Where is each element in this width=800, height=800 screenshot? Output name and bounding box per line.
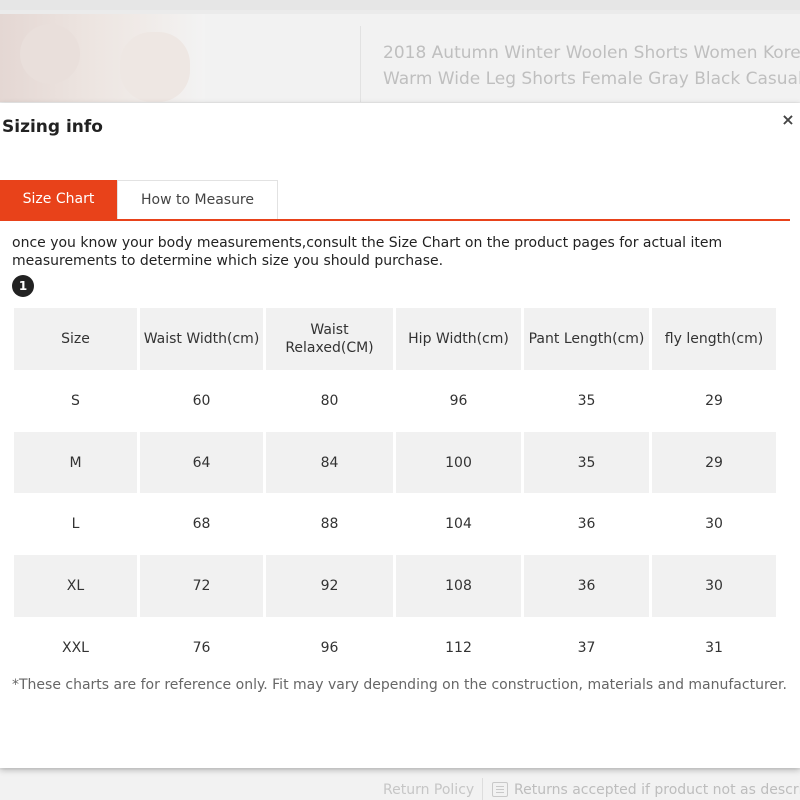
table-cell: S [14,370,140,432]
table-row: XL 72 92 108 36 30 [14,555,776,617]
table-cell: 35 [524,431,652,494]
tab-bar: Size Chart How to Measure [0,180,790,221]
table-cell: 72 [140,555,266,617]
table-cell: 92 [266,555,396,617]
table-cell: 108 [396,555,524,617]
header-pant-length: Pant Length(cm) [524,308,652,370]
table-cell: 31 [705,639,723,656]
table-cell: 29 [705,392,723,409]
modal-title: Sizing info [2,117,103,137]
header-waist-relaxed: Waist Relaxed(CM) [266,308,396,370]
table-row: XXL 76 96 112 37 31 [14,616,776,679]
table-cell: 60 [140,370,266,432]
tab-size-chart[interactable]: Size Chart [0,180,117,219]
tab-how-to-measure[interactable]: How to Measure [117,180,278,219]
table-cell: 30 [652,555,776,617]
table-cell: 35 [524,370,652,432]
table-cell: 68 [140,493,266,556]
header-divider [360,26,361,102]
size-chart-table: Size Waist Width(cm) Waist Relaxed(CM) H… [14,308,776,679]
table-cell: 88 [266,493,396,556]
sizing-info-modal: Sizing info × Size Chart How to Measure … [0,103,800,768]
returns-text: Returns accepted if product not as descr… [514,782,800,798]
product-title-line1: 2018 Autumn Winter Woolen Shorts Women K… [383,43,800,63]
product-title: 2018 Autumn Winter Woolen Shorts Women K… [383,40,800,92]
footer-divider [482,778,483,800]
table-cell: 36 [524,493,652,556]
page-footer: Return Policy Returns accepted if produc… [0,770,800,800]
header-waist-width: Waist Width(cm) [140,308,266,370]
table-cell: 96 [396,370,524,432]
table-cell: M [14,431,140,494]
table-row: M 64 84 100 35 29 [14,431,776,494]
table-cell: 30 [705,516,723,533]
table-cell: 80 [266,370,396,432]
table-cell: 112 [396,616,524,679]
table-header-row: Size Waist Width(cm) Waist Relaxed(CM) H… [14,308,776,370]
table-cell: 96 [266,616,396,679]
table-row: L 68 88 104 36 30 [14,493,776,556]
step-badge: 1 [12,275,34,297]
top-strip [0,0,800,10]
table-cell: 36 [524,555,652,617]
product-title-line2: Warm Wide Leg Shorts Female Gray Black C… [383,69,800,89]
table-cell: 100 [396,431,524,494]
table-cell: 104 [396,493,524,556]
reference-note: *These charts are for reference only. Fi… [12,677,787,693]
table-cell: 37 [524,616,652,679]
header-fly-length: fly length(cm) [652,308,776,370]
table-cell: 76 [140,616,266,679]
table-cell: XXL [14,616,140,679]
close-icon[interactable]: × [780,111,796,129]
table-row: S 60 80 96 35 29 [14,370,776,432]
header-size: Size [14,308,140,370]
product-thumbnail [0,14,205,102]
intro-text: once you know your body measurements,con… [12,235,723,269]
return-policy-label: Return Policy [383,782,475,798]
header-hip-width: Hip Width(cm) [396,308,524,370]
table-cell: 29 [652,431,776,494]
returns-icon [492,782,508,797]
table-cell: XL [14,555,140,617]
table-cell: L [14,493,140,556]
table-cell: 84 [266,431,396,494]
table-cell: 64 [140,431,266,494]
tab-underline [0,219,790,221]
